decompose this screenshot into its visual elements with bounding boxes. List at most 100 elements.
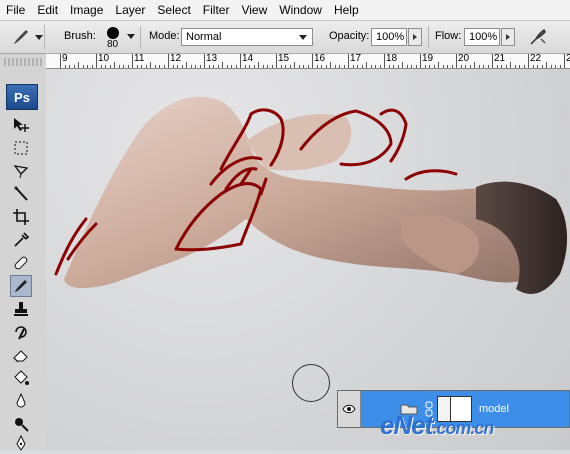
mode-dropdown-arrow-icon xyxy=(299,35,307,40)
opacity-slider-toggle[interactable] xyxy=(408,28,422,46)
ruler-tick xyxy=(159,65,160,68)
clone-stamp-tool-icon[interactable] xyxy=(10,298,32,320)
crop-tool-icon[interactable] xyxy=(10,206,32,228)
ruler-tick xyxy=(433,65,435,68)
ruler-tick xyxy=(267,65,268,68)
ruler-label: 9 xyxy=(62,54,68,64)
site-watermark: eNet.com.cn xyxy=(380,410,494,441)
photoshop-logo[interactable]: Ps xyxy=(6,84,38,110)
ruler-tick xyxy=(424,65,426,68)
ruler-tick xyxy=(339,65,340,68)
blur-tool-icon[interactable] xyxy=(10,390,32,412)
brush-dropdown-arrow-icon[interactable] xyxy=(127,34,135,39)
ruler-label: 19 xyxy=(422,54,434,64)
ruler-label: 23 xyxy=(566,54,570,64)
ruler-label: 20 xyxy=(458,54,470,64)
ruler-tick xyxy=(438,62,439,68)
ruler-tick xyxy=(154,65,156,68)
ruler-tick xyxy=(222,62,223,68)
ruler-tick xyxy=(150,62,151,68)
ruler-tick xyxy=(501,65,502,68)
opacity-label: Opacity: xyxy=(329,30,370,42)
toolbox-grip[interactable] xyxy=(4,58,42,66)
ruler-tick xyxy=(217,65,219,68)
ruler-tick xyxy=(505,65,507,68)
history-brush-tool-icon[interactable] xyxy=(10,321,32,343)
flow-slider-toggle[interactable] xyxy=(501,28,515,46)
lasso-tool-icon[interactable] xyxy=(10,160,32,182)
menu-select[interactable]: Select xyxy=(151,0,196,20)
eyedropper-tool-icon[interactable] xyxy=(10,229,32,251)
menu-window[interactable]: Window xyxy=(273,0,328,20)
ruler-tick xyxy=(429,65,430,68)
ruler-tick xyxy=(190,65,192,68)
magic-wand-tool-icon[interactable] xyxy=(10,183,32,205)
ruler-tick xyxy=(177,65,178,68)
ruler-tick xyxy=(105,65,106,68)
ruler-tick xyxy=(181,65,183,68)
opacity-value: 100% xyxy=(376,31,405,43)
ruler-label: 10 xyxy=(98,54,110,64)
ruler-tick xyxy=(321,65,322,68)
brush-tip-preview[interactable] xyxy=(107,27,119,39)
ruler-tick xyxy=(361,65,363,68)
ruler-tick xyxy=(186,62,187,68)
ruler-tick xyxy=(528,54,529,68)
eraser-tool-icon[interactable] xyxy=(10,344,32,366)
ruler-tick xyxy=(559,65,561,68)
ruler-tick xyxy=(127,65,129,68)
ruler-tick xyxy=(78,62,79,68)
opacity-field[interactable]: 100% xyxy=(371,28,407,46)
paint-bucket-tool-icon[interactable] xyxy=(10,367,32,389)
layer-visibility-toggle[interactable] xyxy=(338,391,361,427)
ruler-tick xyxy=(195,65,196,68)
ruler-tick xyxy=(550,65,552,68)
ruler-tick xyxy=(393,65,394,68)
menu-edit[interactable]: Edit xyxy=(31,0,64,20)
ruler-tick xyxy=(366,62,367,68)
menu-image[interactable]: Image xyxy=(64,0,109,20)
flow-label: Flow: xyxy=(435,30,462,42)
ruler-tick xyxy=(64,65,66,68)
ruler-tick xyxy=(388,65,390,68)
ruler-tick xyxy=(514,65,516,68)
airbrush-icon[interactable] xyxy=(528,27,548,47)
ruler-tick xyxy=(469,65,471,68)
menu-help[interactable]: Help xyxy=(328,0,365,20)
ruler-tick xyxy=(487,65,489,68)
ruler-tick xyxy=(109,65,111,68)
ruler-tick xyxy=(519,65,520,68)
ruler-tick xyxy=(87,65,88,68)
brush-tool-icon[interactable] xyxy=(10,275,32,297)
ruler-tick xyxy=(379,65,381,68)
mode-select[interactable]: Normal xyxy=(181,28,313,46)
marquee-tool-icon[interactable] xyxy=(10,137,32,159)
horizontal-ruler[interactable]: 9 10 11 12 13 14 15 16 17 18 19 20 21 22 23 xyxy=(46,54,570,69)
move-tool-icon[interactable] xyxy=(10,114,32,136)
ruler-label: 14 xyxy=(242,54,254,64)
ruler-tick xyxy=(280,65,282,68)
menu-view[interactable]: View xyxy=(235,0,273,20)
ruler-label: 22 xyxy=(530,54,542,64)
ruler-tick xyxy=(411,65,412,68)
ruler-tick xyxy=(271,65,273,68)
brush-preset-icon xyxy=(14,30,28,44)
ruler-tick xyxy=(456,54,457,68)
healing-brush-tool-icon[interactable] xyxy=(10,252,32,274)
eye-icon xyxy=(342,404,356,414)
menu-filter[interactable]: Filter xyxy=(197,0,236,20)
ruler-tick xyxy=(285,65,286,68)
ruler-tick xyxy=(231,65,232,68)
flow-field[interactable]: 100% xyxy=(464,28,500,46)
ruler-tick xyxy=(357,65,358,68)
ruler-tick xyxy=(352,65,354,68)
tool-preset-picker[interactable] xyxy=(8,25,45,49)
ruler-tick xyxy=(289,65,291,68)
menu-layer[interactable]: Layer xyxy=(109,0,151,20)
ruler-tick xyxy=(483,65,484,68)
ruler-tick xyxy=(478,65,480,68)
pen-tool-icon[interactable] xyxy=(10,432,32,454)
ruler-tick xyxy=(451,65,453,68)
menu-file[interactable]: File xyxy=(0,0,31,20)
ruler-tick xyxy=(312,54,313,68)
